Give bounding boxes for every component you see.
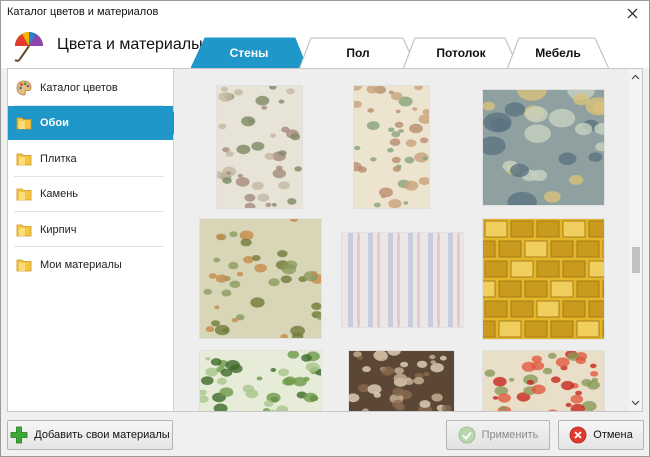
chevron-down-icon	[631, 400, 640, 406]
close-button[interactable]	[615, 1, 649, 25]
folder-icon	[16, 224, 32, 237]
category-sidebar: Каталог цветов Обои Плитка Камень Кирпич…	[8, 69, 182, 411]
divider	[14, 211, 164, 212]
scroll-up-button[interactable]	[629, 69, 642, 85]
wallpaper-baroque-brown-tile[interactable]	[346, 346, 454, 411]
folder-icon	[16, 259, 32, 272]
sidebar-item-tile[interactable]: Плитка	[8, 142, 173, 176]
tab-furniture[interactable]: Мебель	[507, 37, 609, 68]
button-label: Применить	[481, 429, 539, 441]
divider	[14, 246, 164, 247]
sidebar-item-label: Мои материалы	[40, 259, 122, 271]
window-title: Каталог цветов и материалов	[7, 6, 159, 18]
wallpaper-ornament-green-tile[interactable]	[197, 350, 326, 411]
tab-label: Мебель	[535, 45, 581, 60]
tab-ceiling[interactable]: Потолок	[403, 37, 519, 68]
chevron-up-icon	[631, 74, 640, 80]
page-title: Цвета и материалы	[57, 36, 203, 53]
sidebar-item-label: Обои	[40, 117, 69, 129]
palette-icon	[16, 80, 32, 96]
cancel-icon	[569, 426, 587, 444]
title-bar: Каталог цветов и материалов	[1, 1, 649, 25]
tab-label: Потолок	[436, 45, 486, 60]
apply-button[interactable]: Применить	[446, 420, 550, 450]
catalog-window: Каталог цветов и материалов Цвета и мате…	[0, 0, 650, 457]
sidebar-item-brick[interactable]: Кирпич	[8, 213, 173, 247]
sidebar-item-label: Каталог цветов	[40, 82, 118, 94]
folder-icon	[16, 153, 32, 166]
wallpaper-poppy-red-tile[interactable]	[483, 350, 604, 411]
sidebar-item-label: Кирпич	[40, 224, 77, 236]
wallpaper-botanical-cream-tile[interactable]	[347, 82, 433, 209]
sidebar-item-stone[interactable]: Камень	[8, 177, 173, 211]
sidebar-item-my-materials[interactable]: Мои материалы	[8, 248, 173, 282]
wallpaper-damask-olive-tile[interactable]	[200, 216, 325, 341]
tab-walls[interactable]: Стены	[191, 37, 307, 68]
button-label: Отмена	[593, 429, 633, 441]
wallpaper-leaves-teal-tile[interactable]	[478, 80, 612, 213]
content-panel: Каталог цветов Обои Плитка Камень Кирпич…	[7, 68, 643, 412]
scroll-thumb[interactable]	[632, 247, 640, 273]
button-label: Добавить свои материалы	[34, 429, 170, 441]
close-icon	[627, 8, 637, 18]
wallpaper-tile-gold-tile[interactable]	[472, 219, 626, 339]
add-materials-button[interactable]: Добавить свои материалы	[7, 420, 173, 450]
sidebar-item-label: Плитка	[40, 153, 77, 165]
umbrella-logo-icon	[14, 32, 43, 62]
vertical-scrollbar[interactable]	[629, 69, 642, 411]
folder-icon	[16, 117, 32, 130]
sidebar-item-wallpaper[interactable]: Обои	[8, 106, 182, 140]
folder-icon	[16, 188, 32, 201]
scroll-down-button[interactable]	[629, 395, 642, 411]
tab-label: Пол	[346, 45, 370, 60]
cancel-button[interactable]: Отмена	[558, 420, 644, 450]
wallpaper-stripe-pastel-tile[interactable]	[342, 233, 463, 327]
wallpaper-floral-white-tile[interactable]	[212, 84, 302, 211]
sidebar-item-color-catalog[interactable]: Каталог цветов	[8, 71, 173, 105]
plus-icon	[10, 426, 28, 444]
check-icon	[458, 426, 475, 444]
sidebar-item-label: Камень	[40, 188, 79, 200]
tab-floor[interactable]: Пол	[299, 37, 417, 68]
material-gallery	[174, 69, 629, 411]
tab-label: Стены	[229, 45, 269, 60]
